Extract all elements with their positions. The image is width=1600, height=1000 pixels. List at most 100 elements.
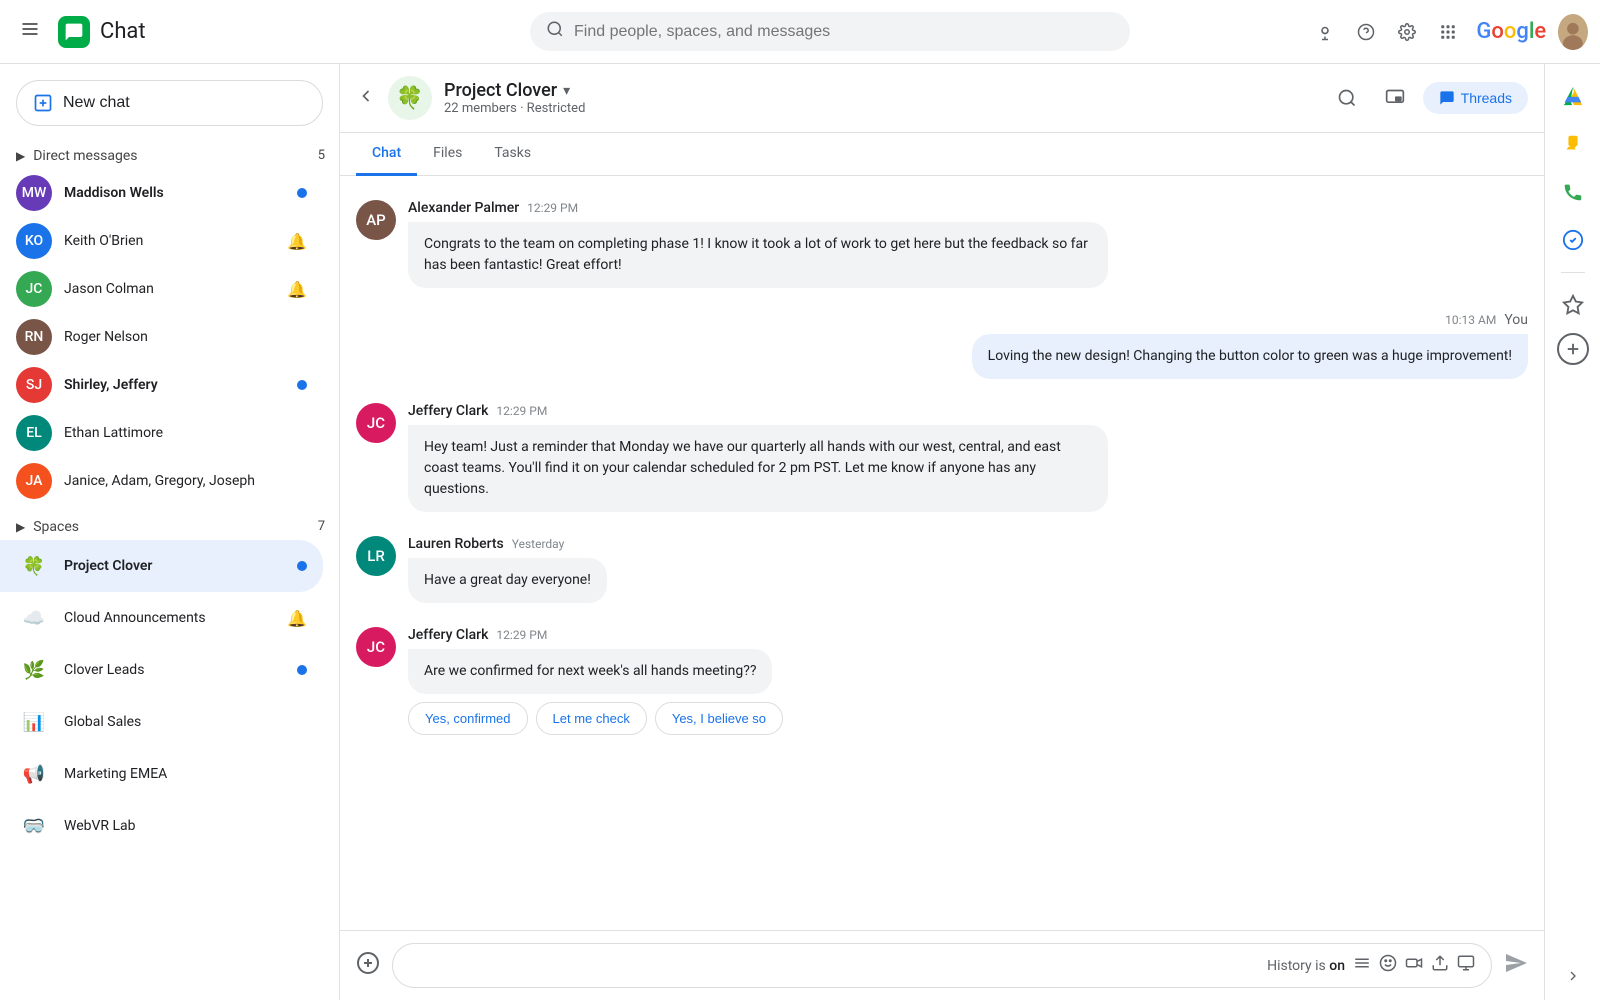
space-name-leads: Clover Leads <box>64 662 297 678</box>
msg-bubble-4: Have a great day everyone! <box>408 558 607 603</box>
screen-share-icon[interactable] <box>1457 954 1475 977</box>
msg-header-3: Jeffery Clark 12:29 PM <box>408 403 1528 419</box>
contact-group[interactable]: JA Janice, Adam, Gregory, Joseph <box>0 457 323 505</box>
new-chat-button[interactable]: New chat <box>16 80 323 126</box>
space-icon-cloud: ☁️ <box>16 600 52 636</box>
unread-badge-leads <box>297 665 307 675</box>
rail-star-icon[interactable] <box>1553 285 1593 325</box>
tab-chat[interactable]: Chat <box>356 133 417 176</box>
video-call-icon[interactable] <box>1405 954 1423 977</box>
contact-maddison-wells[interactable]: MW Maddison Wells <box>0 169 323 217</box>
input-area: History is on <box>340 930 1544 1000</box>
message-group-2: You 10:13 AM Loving the new design! Chan… <box>356 312 1528 379</box>
msg-time-2: 10:13 AM <box>1445 313 1496 327</box>
contact-jason[interactable]: JC Jason Colman 🔔 <box>0 265 323 313</box>
chat-area: 🍀 Project Clover ▾ 22 members · Restrict… <box>340 64 1544 1000</box>
dm-toggle-icon: ▶ <box>16 149 25 163</box>
voice-search-icon[interactable] <box>1308 12 1341 52</box>
chat-header: 🍀 Project Clover ▾ 22 members · Restrict… <box>340 64 1544 133</box>
space-cloud-announcements[interactable]: ☁️ Cloud Announcements 🔔 <box>0 592 323 644</box>
space-name-cloud: Cloud Announcements <box>64 610 287 626</box>
msg-header-2: You 10:13 AM <box>1445 312 1528 328</box>
rail-google-drive-icon[interactable] <box>1553 76 1593 116</box>
contact-ethan[interactable]: EL Ethan Lattimore <box>0 409 323 457</box>
avatar-jeffery: JC <box>356 403 396 443</box>
msg-time-1: 12:29 PM <box>527 201 578 215</box>
msg-bubble-3: Hey team! Just a reminder that Monday we… <box>408 425 1108 512</box>
picture-in-picture-icon[interactable] <box>1375 78 1415 118</box>
dm-section-title: Direct messages <box>33 148 311 164</box>
spaces-section-badge: 7 <box>312 517 331 536</box>
spaces-section-title: Spaces <box>33 519 311 535</box>
format-text-icon[interactable] <box>1353 954 1371 977</box>
back-button[interactable] <box>356 86 376 111</box>
space-name-webvr: WebVR Lab <box>64 818 307 834</box>
user-avatar[interactable] <box>1558 14 1588 50</box>
space-icon-sales: 📊 <box>16 704 52 740</box>
rail-google-tasks-icon[interactable] <box>1553 220 1593 260</box>
msg-sender-5: Jeffery Clark <box>408 627 488 643</box>
sidebar: New chat ▶ Direct messages 5 MW Maddison… <box>0 64 340 1000</box>
rail-google-keep-icon[interactable] <box>1553 124 1593 164</box>
unread-badge-shirley <box>297 380 307 390</box>
header-actions: Threads <box>1327 78 1528 118</box>
avatar-roger: RN <box>16 319 52 355</box>
tab-files[interactable]: Files <box>417 133 478 176</box>
space-icon-clover: 🍀 <box>16 548 52 584</box>
rail-collapse-icon[interactable] <box>1565 968 1581 988</box>
top-bar-right: Google <box>1308 12 1588 52</box>
emoji-icon[interactable] <box>1379 954 1397 977</box>
msg-content-5: Jeffery Clark 12:29 PM Are we confirmed … <box>408 627 1528 735</box>
space-project-clover[interactable]: 🍀 Project Clover <box>0 540 323 592</box>
msg-content-2: You 10:13 AM Loving the new design! Chan… <box>356 312 1528 379</box>
msg-time-3: 12:29 PM <box>496 404 547 418</box>
hamburger-menu-icon[interactable] <box>12 11 48 52</box>
add-attachment-button[interactable] <box>356 951 380 981</box>
avatar-lauren: LR <box>356 536 396 576</box>
chat-input[interactable] <box>409 958 1259 974</box>
space-global-sales[interactable]: 📊 Global Sales <box>0 696 323 748</box>
tab-tasks[interactable]: Tasks <box>478 133 547 176</box>
smart-reply-yes-believe[interactable]: Yes, I believe so <box>655 702 783 735</box>
search-bar[interactable] <box>530 12 1130 51</box>
avatar-shirley: SJ <box>16 367 52 403</box>
help-icon[interactable] <box>1349 12 1382 52</box>
msg-header-1: Alexander Palmer 12:29 PM <box>408 200 1528 216</box>
send-button[interactable] <box>1504 951 1528 981</box>
smart-reply-let-me-check[interactable]: Let me check <box>536 702 647 735</box>
rail-add-button[interactable] <box>1557 333 1589 365</box>
spaces-section[interactable]: ▶ Spaces 7 <box>0 513 339 540</box>
google-logo: Google <box>1476 19 1546 44</box>
upload-icon[interactable] <box>1431 954 1449 977</box>
smart-replies: Yes, confirmed Let me check Yes, I belie… <box>408 702 1528 735</box>
direct-messages-section[interactable]: ▶ Direct messages 5 <box>0 142 339 169</box>
threads-button[interactable]: Threads <box>1423 82 1528 114</box>
space-icon-marketing: 📢 <box>16 756 52 792</box>
dm-section-badge: 5 <box>312 146 331 165</box>
space-marketing-emea[interactable]: 📢 Marketing EMEA <box>0 748 323 800</box>
message-group-3: JC Jeffery Clark 12:29 PM Hey team! Just… <box>356 403 1528 512</box>
chat-input-wrap: History is on <box>392 943 1492 988</box>
spaces-toggle-icon: ▶ <box>16 520 25 534</box>
contact-roger[interactable]: RN Roger Nelson <box>0 313 323 361</box>
settings-icon[interactable] <box>1390 12 1423 52</box>
search-input[interactable] <box>574 23 1114 41</box>
msg-bubble-5: Are we confirmed for next week's all han… <box>408 649 772 694</box>
avatar-ethan: EL <box>16 415 52 451</box>
chat-search-icon[interactable] <box>1327 78 1367 118</box>
search-icon <box>546 20 564 43</box>
msg-header-4: Lauren Roberts Yesterday <box>408 536 1528 552</box>
space-webvr-lab[interactable]: 🥽 WebVR Lab <box>0 800 323 852</box>
contact-name-jason: Jason Colman <box>64 281 287 297</box>
rail-google-phone-icon[interactable] <box>1553 172 1593 212</box>
smart-reply-yes-confirmed[interactable]: Yes, confirmed <box>408 702 528 735</box>
right-rail <box>1544 64 1600 1000</box>
space-clover-leads[interactable]: 🌿 Clover Leads <box>0 644 323 696</box>
contact-name-keith: Keith O'Brien <box>64 233 287 249</box>
contact-keith[interactable]: KO Keith O'Brien 🔔 <box>0 217 323 265</box>
space-dropdown-arrow[interactable]: ▾ <box>563 83 570 99</box>
bell-icon-jason: 🔔 <box>287 280 307 299</box>
avatar-keith: KO <box>16 223 52 259</box>
contact-shirley-jeffery[interactable]: SJ Shirley, Jeffery <box>0 361 323 409</box>
grid-apps-icon[interactable] <box>1431 12 1464 52</box>
